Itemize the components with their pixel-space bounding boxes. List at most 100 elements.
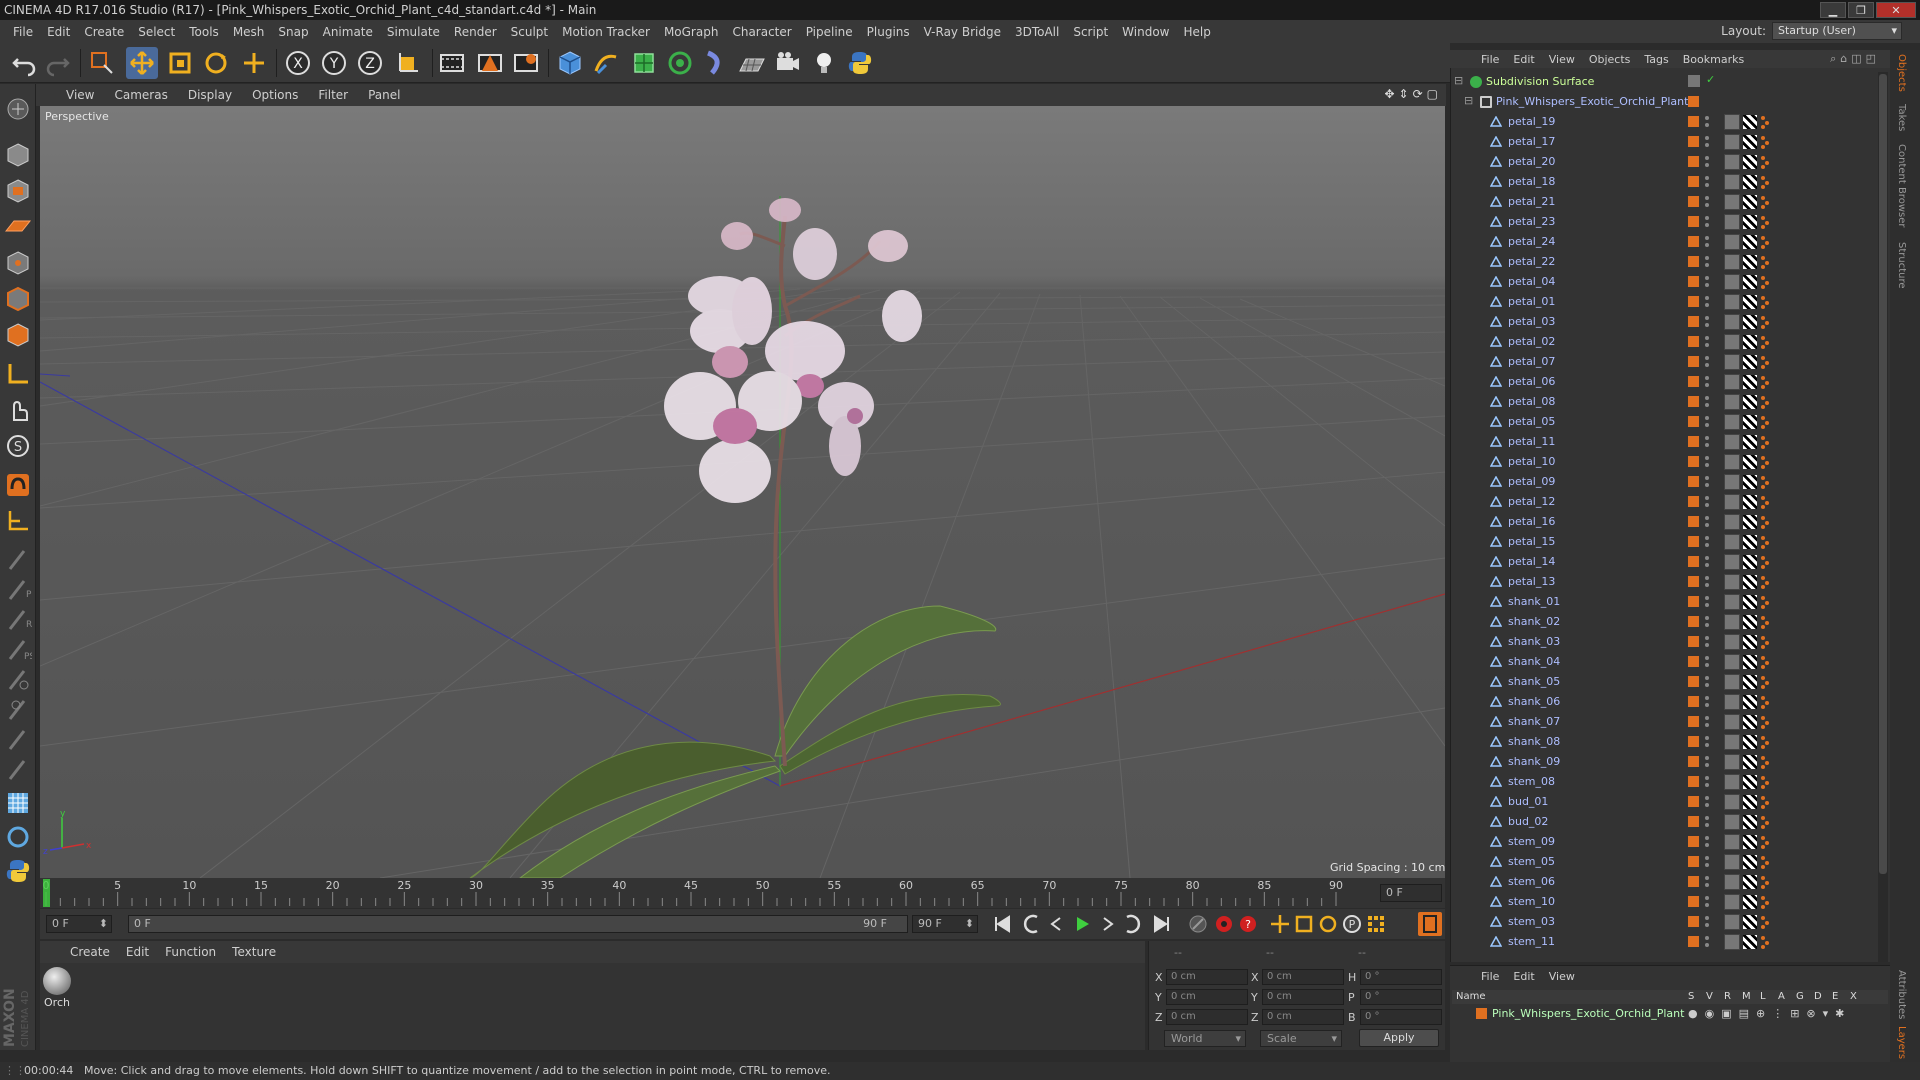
- visibility-dots-icon[interactable]: [1704, 294, 1710, 310]
- go-to-end-icon[interactable]: [1150, 912, 1174, 936]
- material-tag-icon[interactable]: [1724, 614, 1740, 630]
- magnet-icon[interactable]: [3, 470, 33, 500]
- layer-color-icon[interactable]: [1688, 356, 1699, 367]
- uvw-tag-icon[interactable]: [1743, 215, 1757, 229]
- tweak-mode-icon[interactable]: [3, 395, 33, 425]
- om-menu-file[interactable]: File: [1474, 53, 1506, 66]
- subdivision-surface-icon[interactable]: [628, 47, 660, 79]
- material-tag-icon[interactable]: [1724, 674, 1740, 690]
- scale-icon[interactable]: [164, 47, 196, 79]
- key-scale-icon[interactable]: [1292, 912, 1316, 936]
- layer-color-icon[interactable]: [1688, 576, 1699, 587]
- visibility-dots-icon[interactable]: [1704, 514, 1710, 530]
- layer-color-icon[interactable]: [1688, 916, 1699, 927]
- play-icon[interactable]: [1070, 912, 1094, 936]
- layer-color-icon[interactable]: [1688, 116, 1699, 127]
- layer-color-icon[interactable]: [1688, 216, 1699, 227]
- uvw-tag-icon[interactable]: [1743, 255, 1757, 269]
- visibility-dots-icon[interactable]: [1704, 814, 1710, 830]
- phong-tag-icon[interactable]: [1760, 595, 1770, 609]
- layer-color-swatch[interactable]: [1476, 1008, 1487, 1019]
- phong-tag-icon[interactable]: [1760, 495, 1770, 509]
- material-tag-icon[interactable]: [1724, 214, 1740, 230]
- material-tag-icon[interactable]: [1724, 534, 1740, 550]
- visibility-dots-icon[interactable]: [1704, 874, 1710, 890]
- rotate-lock-icon[interactable]: [3, 822, 33, 852]
- visibility-dots-icon[interactable]: [1704, 594, 1710, 610]
- layer-color-icon[interactable]: [1688, 376, 1699, 387]
- object-row[interactable]: petal_07: [1452, 352, 1888, 372]
- phong-tag-icon[interactable]: [1760, 235, 1770, 249]
- brush-tool-8-icon[interactable]: [3, 754, 33, 784]
- phong-tag-icon[interactable]: [1760, 315, 1770, 329]
- visibility-dots-icon[interactable]: [1704, 794, 1710, 810]
- layer-color-icon[interactable]: [1688, 736, 1699, 747]
- end-frame-field[interactable]: 90 F ⬍: [912, 915, 978, 933]
- layer-color-icon[interactable]: [1688, 496, 1699, 507]
- phong-tag-icon[interactable]: [1760, 635, 1770, 649]
- layer-color-icon[interactable]: [1688, 276, 1699, 287]
- layer-menu-file[interactable]: File: [1474, 970, 1506, 983]
- visibility-dots-icon[interactable]: [1704, 134, 1710, 150]
- viewport-menu-panel[interactable]: Panel: [358, 88, 410, 102]
- layer-color-icon[interactable]: [1688, 556, 1699, 567]
- phong-tag-icon[interactable]: [1760, 675, 1770, 689]
- object-row[interactable]: petal_13: [1452, 572, 1888, 592]
- phong-tag-icon[interactable]: [1760, 535, 1770, 549]
- material-tag-icon[interactable]: [1724, 234, 1740, 250]
- brush-tool-6-icon[interactable]: [3, 694, 33, 724]
- brush-tool-2-icon[interactable]: P: [3, 574, 33, 604]
- pos-y-field[interactable]: 0 cm: [1166, 989, 1248, 1005]
- visibility-dots-icon[interactable]: [1704, 374, 1710, 390]
- render-picture-viewer-icon[interactable]: [474, 47, 506, 79]
- edges-mode-icon[interactable]: [3, 284, 33, 314]
- layer-color-icon[interactable]: [1688, 136, 1699, 147]
- layer-color-icon[interactable]: [1688, 896, 1699, 907]
- visibility-dots-icon[interactable]: [1704, 434, 1710, 450]
- phong-tag-icon[interactable]: [1760, 755, 1770, 769]
- visibility-dots-icon[interactable]: [1704, 914, 1710, 930]
- uvw-tag-icon[interactable]: [1743, 755, 1757, 769]
- snap-icon[interactable]: S: [3, 431, 33, 461]
- tab-objects[interactable]: Objects: [1896, 54, 1907, 92]
- object-row[interactable]: petal_24: [1452, 232, 1888, 252]
- 3d-viewport[interactable]: y x z: [40, 106, 1445, 878]
- object-row[interactable]: bud_01: [1452, 792, 1888, 812]
- layer-color-icon[interactable]: [1688, 676, 1699, 687]
- layer-color-icon[interactable]: [1688, 856, 1699, 867]
- material-tag-icon[interactable]: [1724, 594, 1740, 610]
- next-key-icon[interactable]: [1120, 912, 1144, 936]
- visibility-dots-icon[interactable]: [1704, 154, 1710, 170]
- visibility-dots-icon[interactable]: [1704, 554, 1710, 570]
- deformer-icon[interactable]: [700, 47, 732, 79]
- size-y-field[interactable]: 0 cm: [1262, 989, 1344, 1005]
- object-row[interactable]: petal_10: [1452, 452, 1888, 472]
- orbit-view-icon[interactable]: ⟳: [1413, 87, 1423, 101]
- phong-tag-icon[interactable]: [1760, 275, 1770, 289]
- phong-tag-icon[interactable]: [1760, 475, 1770, 489]
- material-tag-icon[interactable]: [1724, 394, 1740, 410]
- previous-key-icon[interactable]: [1020, 912, 1044, 936]
- visibility-dots-icon[interactable]: [1704, 734, 1710, 750]
- record-active-objects-icon[interactable]: [1186, 912, 1210, 936]
- visibility-dots-icon[interactable]: [1704, 934, 1710, 950]
- layout-select[interactable]: Startup (User) ▾: [1772, 22, 1902, 40]
- uvw-tag-icon[interactable]: [1743, 315, 1757, 329]
- edit-render-settings-icon[interactable]: [510, 47, 542, 79]
- current-frame-field[interactable]: 0 F: [1380, 884, 1442, 902]
- menu-animate[interactable]: Animate: [316, 25, 380, 39]
- layer-color-icon[interactable]: [1688, 436, 1699, 447]
- scrollbar-thumb[interactable]: [1879, 74, 1887, 874]
- layer-color-icon[interactable]: [1688, 176, 1699, 187]
- layer-color-icon[interactable]: [1688, 456, 1699, 467]
- object-row[interactable]: petal_14: [1452, 552, 1888, 572]
- uvw-tag-icon[interactable]: [1743, 695, 1757, 709]
- phong-tag-icon[interactable]: [1760, 715, 1770, 729]
- material-tag-icon[interactable]: [1724, 474, 1740, 490]
- object-row[interactable]: petal_02: [1452, 332, 1888, 352]
- visibility-dots-icon[interactable]: [1704, 654, 1710, 670]
- layer-color-icon[interactable]: [1688, 416, 1699, 427]
- uvw-tag-icon[interactable]: [1743, 235, 1757, 249]
- material-tag-icon[interactable]: [1724, 334, 1740, 350]
- tab-structure[interactable]: Structure: [1896, 242, 1907, 289]
